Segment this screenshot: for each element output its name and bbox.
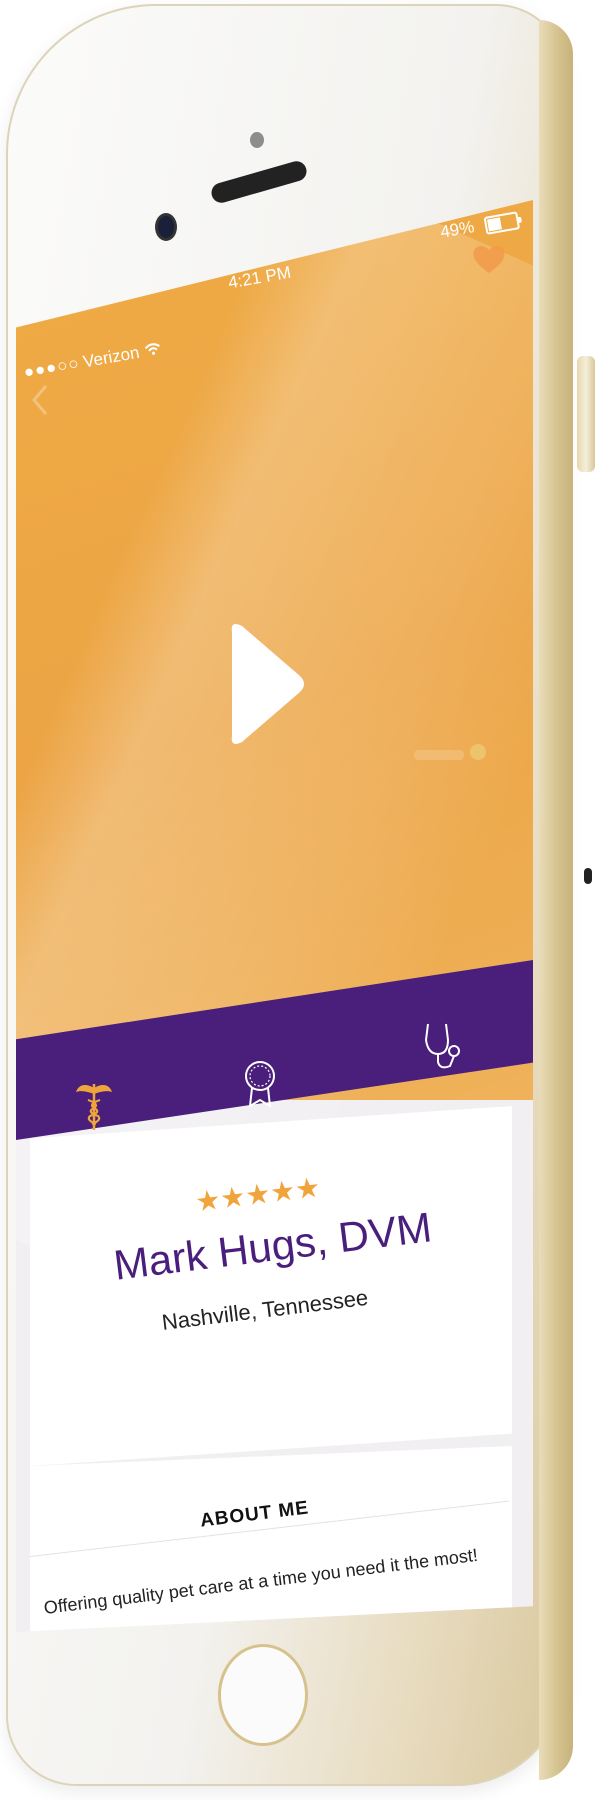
app-screen: 49% 4:21 PM ●●●○○Verizon ★★★★★ Mark Hugs… [16, 200, 533, 1632]
side-sensor [584, 868, 592, 884]
phone-edge [539, 20, 573, 1780]
about-heading: ABOUT ME [199, 1497, 311, 1532]
heart-icon[interactable] [470, 240, 508, 278]
video-header[interactable]: 49% 4:21 PM ●●●○○Verizon [16, 200, 533, 1352]
home-button[interactable] [218, 1644, 308, 1746]
side-button [577, 356, 595, 472]
status-carrier: ●●●○○Verizon [22, 339, 162, 383]
profile-card: ★★★★★ Mark Hugs, DVM Nashville, Tennesse… [30, 1106, 512, 1466]
play-icon[interactable] [220, 618, 308, 750]
about-card: ABOUT ME Offering quality pet care at a … [30, 1446, 512, 1632]
battery-icon [483, 210, 520, 235]
carrier-name: Verizon [81, 342, 141, 372]
chevron-left-icon[interactable] [28, 380, 52, 420]
watermark-logo [414, 744, 486, 760]
about-text: Offering quality pet care at a time you … [42, 1544, 479, 1618]
wifi-icon [144, 343, 160, 355]
doctor-name: Mark Hugs, DVM [111, 1203, 435, 1289]
rating-stars: ★★★★★ [193, 1171, 322, 1218]
front-camera [158, 216, 174, 238]
proximity-sensor [250, 132, 264, 148]
tab-caduceus-icon[interactable] [74, 1080, 114, 1132]
tab-stethoscope-icon[interactable] [420, 1020, 462, 1072]
tab-award-ribbon-icon[interactable] [242, 1058, 278, 1110]
phone-mockup: 49% 4:21 PM ●●●○○Verizon ★★★★★ Mark Hugs… [0, 0, 609, 1800]
signal-icon: ●●●○○ [22, 353, 82, 382]
doctor-location: Nashville, Tennessee [160, 1284, 370, 1335]
